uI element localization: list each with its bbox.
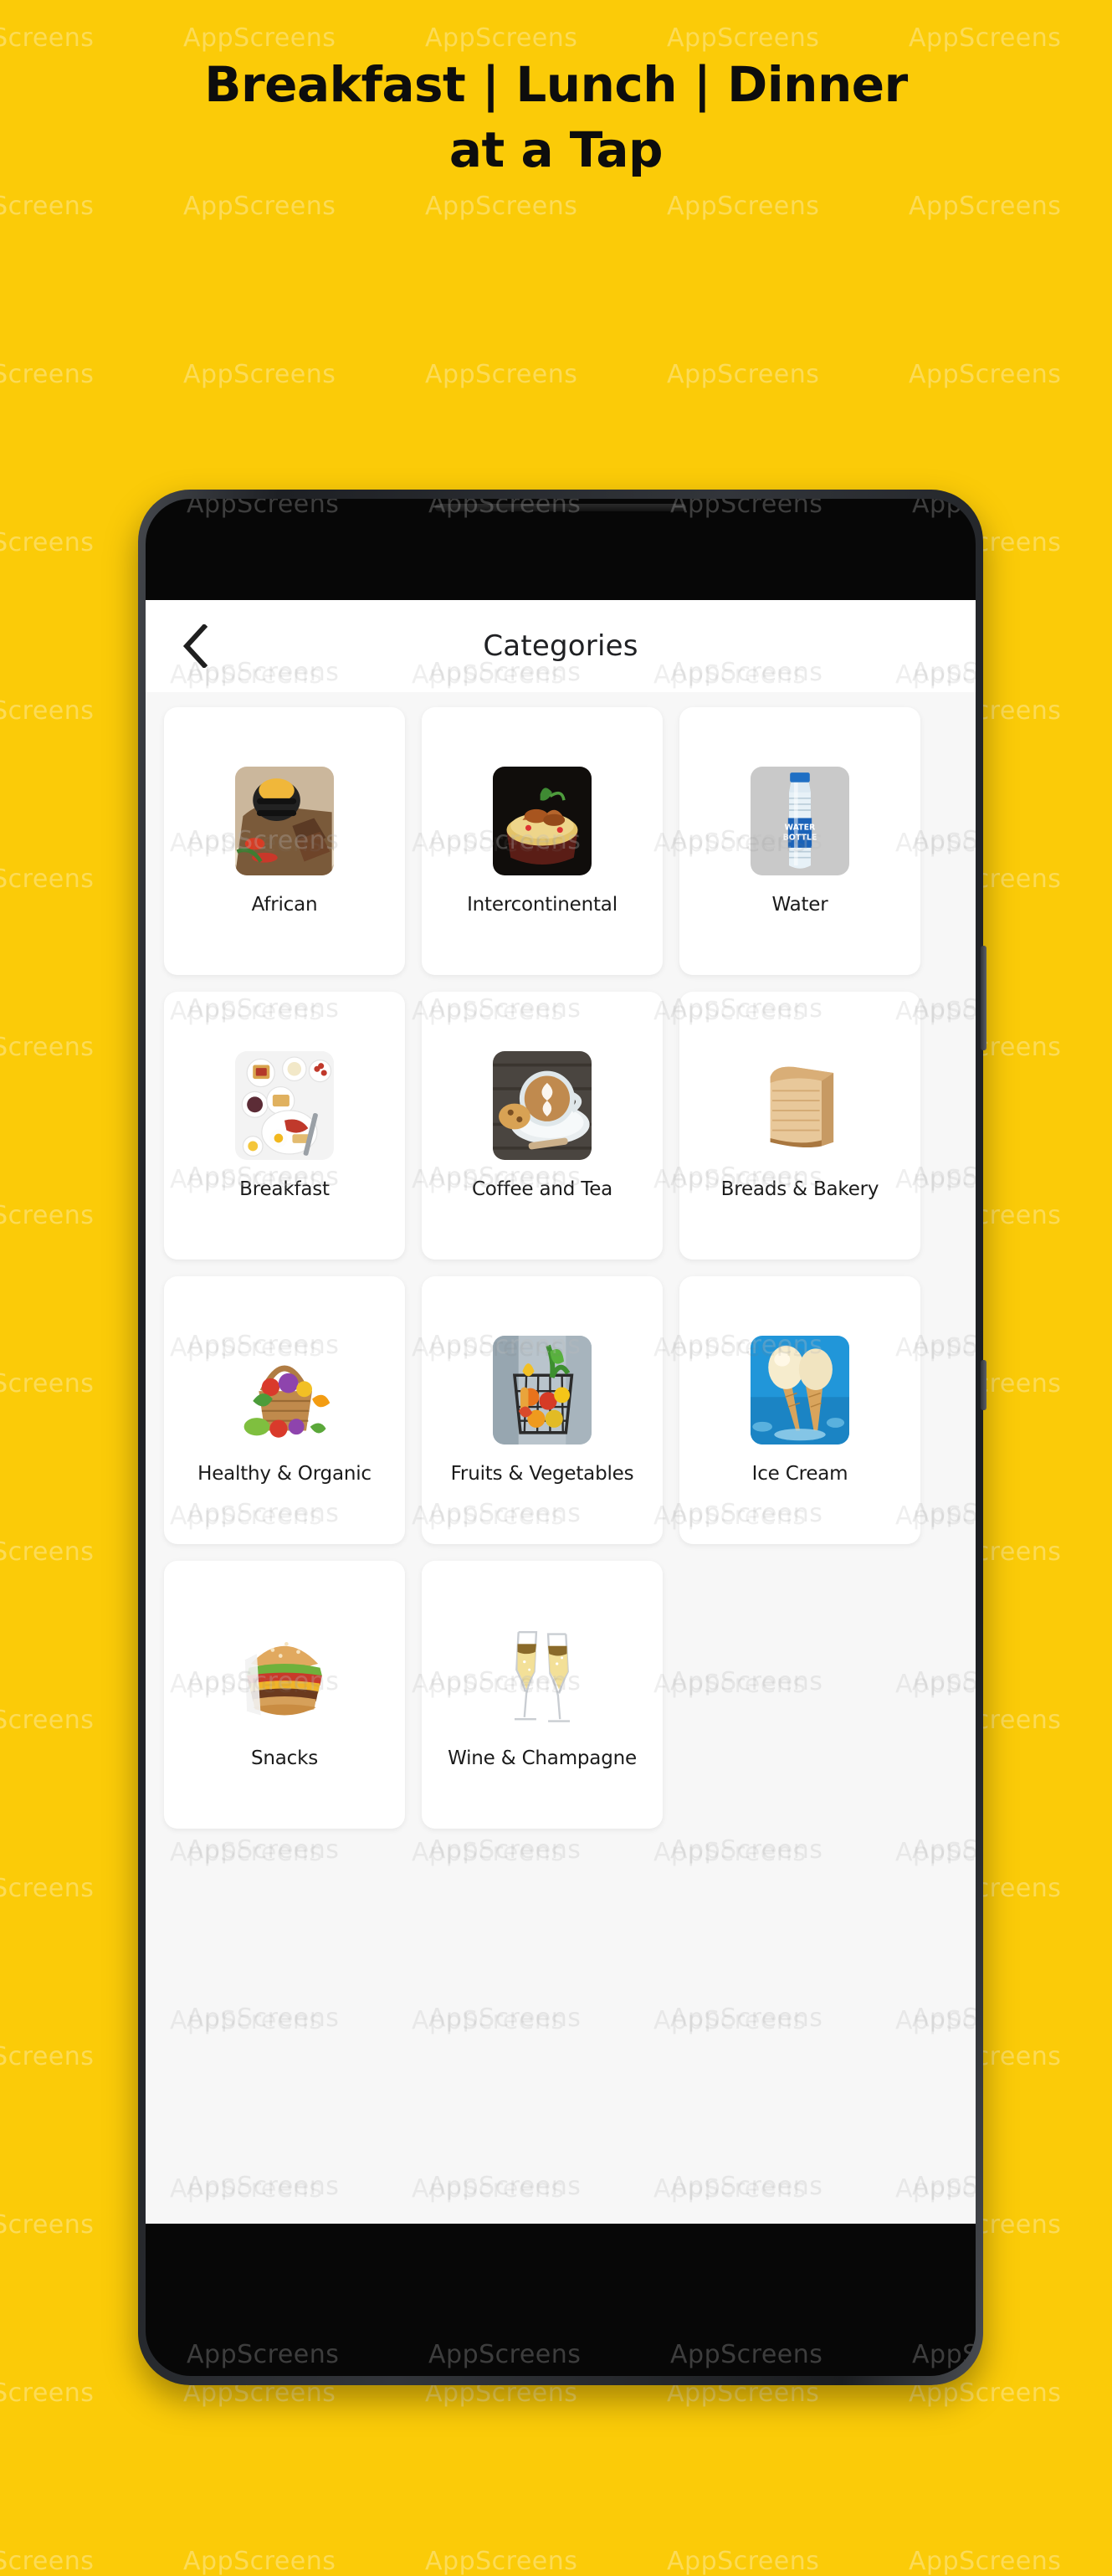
watermark-text: AppScreens — [0, 2378, 95, 2408]
watermark-text: AppScreens — [0, 528, 95, 557]
watermark-text: AppScreens — [0, 2042, 95, 2071]
category-card[interactable]: Breads & Bakery — [679, 992, 920, 1260]
watermark-text: AppScreens — [187, 2340, 340, 2369]
coffee-cup-icon — [493, 1051, 592, 1160]
category-card[interactable]: Healthy & Organic — [164, 1276, 405, 1544]
watermark-text: AppScreens — [0, 1537, 95, 1567]
ice-cream-cone-icon — [751, 1336, 849, 1445]
bread-loaf-icon — [751, 1051, 849, 1160]
burger-icon — [235, 1620, 334, 1729]
category-label: Fruits & Vegetables — [450, 1463, 634, 1485]
breakfast-plate-icon — [235, 1051, 334, 1160]
intercontinental-food-icon — [493, 767, 592, 875]
category-label: Breads & Bakery — [720, 1178, 879, 1200]
watermark-text: AppScreens — [425, 2547, 578, 2576]
category-card[interactable]: Fruits & Vegetables — [422, 1276, 663, 1544]
categories-grid: African Intercontinental WATER BOTTLE Wa… — [164, 707, 976, 1829]
headline-block: Breakfast | Lunch | Dinner at a Tap — [0, 52, 1112, 182]
category-label: Ice Cream — [751, 1463, 848, 1485]
watermark-text: AppScreens — [183, 360, 336, 389]
watermark-text: AppScreens — [0, 192, 95, 221]
power-button[interactable] — [981, 946, 986, 1050]
category-label: Intercontinental — [467, 894, 617, 916]
watermark-text: AppScreens — [0, 1201, 95, 1230]
chevron-left-icon — [182, 624, 208, 668]
categories-scroll-area[interactable]: African Intercontinental WATER BOTTLE Wa… — [146, 692, 976, 2224]
watermark-text: AppScreens — [0, 1369, 95, 1398]
watermark-text: AppScreens — [909, 360, 1062, 389]
watermark-text: AppScreens — [428, 2340, 582, 2369]
watermark-text: AppScreens — [667, 192, 820, 221]
category-label: Wine & Champagne — [448, 1747, 637, 1769]
vegetable-basket-icon — [235, 1336, 334, 1445]
watermark-text: AppScreens — [0, 1706, 95, 1735]
category-card[interactable]: Wine & Champagne — [422, 1561, 663, 1829]
category-card[interactable]: WATER BOTTLE Water — [679, 707, 920, 975]
category-card[interactable]: Ice Cream — [679, 1276, 920, 1544]
app-header-bar: Categories — [146, 600, 976, 692]
category-label: African — [251, 894, 318, 916]
watermark-text: AppScreens — [667, 360, 820, 389]
watermark-text: AppScreens — [909, 2547, 1062, 2576]
watermark-text: AppScreens — [0, 1874, 95, 1903]
watermark-text: AppScreens — [0, 865, 95, 894]
water-bottle-icon: WATER BOTTLE — [751, 767, 849, 875]
watermark-text: AppScreens — [0, 360, 95, 389]
back-button[interactable] — [169, 620, 221, 672]
page-title: Categories — [483, 629, 638, 663]
watermark-text: AppScreens — [0, 1033, 95, 1062]
category-card[interactable]: Coffee and Tea — [422, 992, 663, 1260]
watermark-text: AppScreens — [425, 23, 578, 53]
category-label: Snacks — [250, 1747, 319, 1769]
category-card[interactable]: Snacks — [164, 1561, 405, 1829]
fruit-basket-icon — [493, 1336, 592, 1445]
volume-button[interactable] — [981, 1360, 986, 1410]
watermark-text: AppScreens — [183, 2547, 336, 2576]
watermark-text: AppScreens — [667, 2547, 820, 2576]
watermark-text: AppScreens — [0, 2210, 95, 2240]
earpiece-speaker-icon — [435, 504, 686, 511]
african-food-icon — [235, 767, 334, 875]
watermark-text: AppScreens — [670, 2340, 823, 2369]
category-label: Breakfast — [239, 1178, 330, 1200]
svg-text:BOTTLE: BOTTLE — [783, 833, 817, 842]
watermark-text: AppScreens — [0, 23, 95, 53]
category-card[interactable]: Intercontinental — [422, 707, 663, 975]
phone-bezel: AppScreens AppScreens AppScreens AppScreens… — [146, 499, 976, 2376]
watermark-text: AppScreens — [425, 192, 578, 221]
category-label: Healthy & Organic — [197, 1463, 372, 1485]
watermark-text: AppScreens — [909, 192, 1062, 221]
watermark-text: AppScreens — [667, 23, 820, 53]
champagne-glasses-icon — [493, 1620, 592, 1729]
svg-text:WATER: WATER — [785, 824, 816, 833]
headline-line-1: Breakfast | Lunch | Dinner — [204, 56, 908, 113]
watermark-text: AppScreens — [0, 2547, 95, 2576]
watermark-text: AppScreens — [0, 696, 95, 726]
watermark-text: AppScreens — [183, 192, 336, 221]
category-label: Water — [771, 894, 828, 916]
watermark-text: AppScreens — [187, 499, 340, 519]
category-card[interactable]: African — [164, 707, 405, 975]
headline-line-2: at a Tap — [448, 121, 664, 178]
phone-mockup: AppScreens AppScreens AppScreens AppScreens… — [138, 490, 986, 2385]
category-label: Coffee and Tea — [471, 1178, 613, 1200]
watermark-text: AppScreens — [183, 23, 336, 53]
watermark-text: AppScreens — [425, 360, 578, 389]
app-screen: Categories African Intercontinental WATE… — [146, 600, 976, 2224]
watermark-text: AppScreens — [670, 499, 823, 519]
watermark-text: AppScreens — [909, 23, 1062, 53]
category-card[interactable]: Breakfast — [164, 992, 405, 1260]
